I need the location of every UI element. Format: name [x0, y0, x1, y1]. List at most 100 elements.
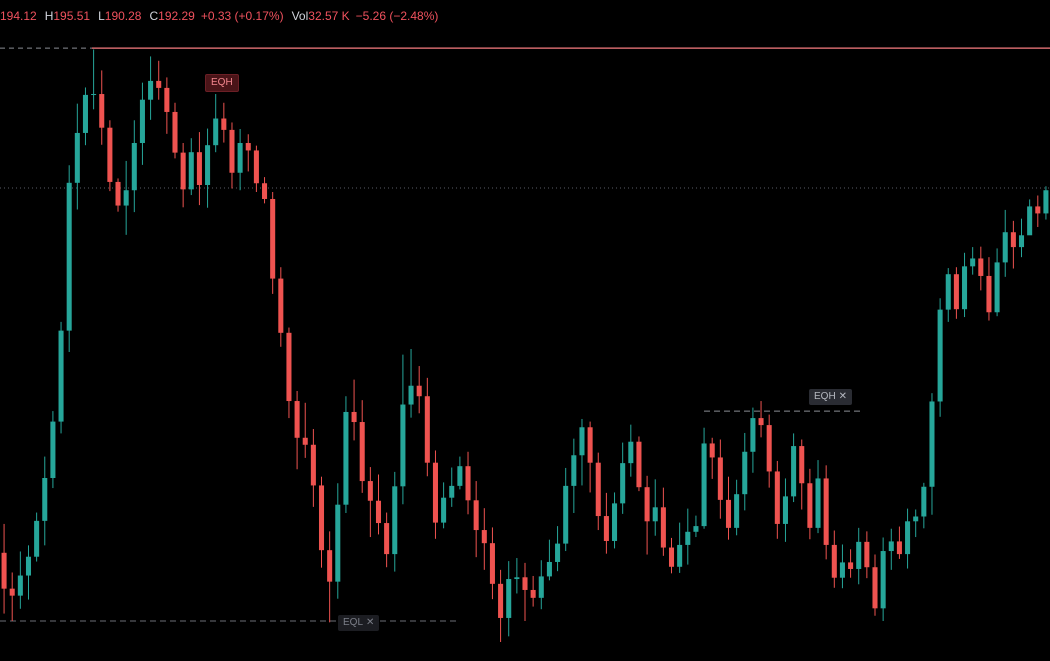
ohlc-legend: 194.12 H 195.51 L 190.28 C 192.29 +0.33 …: [0, 8, 438, 24]
candle-body: [17, 575, 23, 596]
candle-body: [888, 541, 894, 552]
price-chart[interactable]: [0, 0, 1050, 656]
candle-body: [335, 504, 341, 582]
candle-body: [392, 486, 398, 555]
candle-body: [498, 583, 504, 618]
candle-body: [725, 499, 732, 528]
candle-body: [1010, 232, 1016, 248]
candle-body: [123, 190, 129, 206]
candle-body: [734, 494, 740, 528]
eql-text: EQL: [343, 617, 364, 628]
candle-body: [310, 444, 316, 486]
candle-body: [791, 446, 797, 497]
open-value: 194.12: [0, 9, 37, 23]
candle-body: [709, 443, 715, 458]
candle-body: [107, 127, 113, 182]
candle-body: [782, 496, 788, 524]
candle-body: [953, 274, 959, 310]
candle-body: [351, 411, 357, 423]
candle-body: [408, 385, 414, 405]
candle-body: [644, 487, 650, 522]
close-icon[interactable]: ✕: [366, 617, 374, 628]
candle-body: [82, 94, 88, 133]
candle-body: [375, 500, 382, 524]
candle-body: [302, 437, 308, 445]
candle-body: [115, 181, 121, 206]
candle-body: [652, 507, 658, 522]
candle-body: [1035, 206, 1041, 214]
candle-body: [962, 266, 968, 310]
candle-body: [66, 182, 72, 331]
candle-body: [913, 516, 919, 522]
candle-body: [945, 274, 951, 310]
candle-body: [701, 443, 707, 527]
candle-body: [620, 463, 626, 504]
candle-body: [839, 562, 845, 578]
candle-body: [416, 385, 422, 397]
candle-body: [864, 541, 870, 568]
candle-body: [424, 396, 430, 463]
candle-body: [131, 143, 137, 191]
change-value: +0.33 (+0.17%): [200, 9, 284, 23]
candle-body: [188, 152, 194, 190]
close-icon[interactable]: ✕: [839, 391, 847, 402]
candle-body: [815, 478, 821, 528]
candle-body: [50, 421, 56, 479]
candle-body: [595, 462, 601, 517]
candle-body: [465, 466, 471, 501]
candle-body: [327, 550, 333, 582]
candle-body: [823, 478, 829, 545]
candle-body: [758, 418, 764, 426]
candle-body: [25, 556, 32, 576]
candle-body: [457, 466, 463, 486]
candle-body: [677, 544, 683, 567]
candle-body: [196, 152, 202, 185]
candle-body: [896, 541, 902, 555]
candle-body: [555, 543, 561, 562]
candle-body: [522, 577, 528, 590]
candle-body: [546, 561, 552, 577]
eqh-top-label[interactable]: EQH: [205, 74, 239, 92]
candle-body: [400, 404, 406, 487]
candle-body: [139, 99, 145, 144]
eql-label[interactable]: EQL ✕: [338, 615, 380, 631]
candle-body: [237, 143, 243, 173]
candle-body: [343, 411, 349, 505]
candle-body: [441, 497, 447, 523]
candle-body: [156, 80, 162, 88]
candle-body: [848, 562, 854, 569]
candle-body: [148, 80, 154, 100]
candle-body: [473, 500, 479, 531]
candle-body: [205, 145, 211, 185]
candle-body: [905, 521, 911, 555]
candle-body: [685, 531, 691, 545]
candle-body: [1027, 206, 1033, 236]
candle-body: [807, 483, 813, 528]
candle-body: [636, 441, 642, 488]
candle-body: [929, 401, 935, 487]
candle-body: [481, 530, 487, 544]
candle-body: [994, 262, 1000, 313]
candle-body: [9, 588, 15, 596]
volume-value: 32.57 K: [308, 9, 350, 23]
eqh-mid-label[interactable]: EQH ✕: [809, 389, 853, 405]
candle-body: [538, 576, 544, 598]
candle-body: [1002, 232, 1008, 263]
candle-body: [34, 520, 40, 557]
candle-body: [978, 258, 984, 276]
candle-body: [1018, 235, 1025, 248]
candle-body: [74, 132, 80, 183]
candle-body: [432, 462, 438, 523]
candle-body: [660, 507, 666, 548]
candle-body: [587, 427, 593, 463]
chart-canvas[interactable]: [0, 0, 1050, 656]
candle-body: [367, 481, 373, 501]
candle-body: [693, 526, 699, 532]
candle-body: [921, 486, 927, 517]
candle-body: [213, 118, 219, 146]
candle-body: [245, 143, 251, 151]
candle-body: [831, 544, 837, 578]
high-value: 195.51: [53, 9, 91, 23]
candle-body: [506, 579, 512, 618]
candle-body: [799, 446, 805, 484]
